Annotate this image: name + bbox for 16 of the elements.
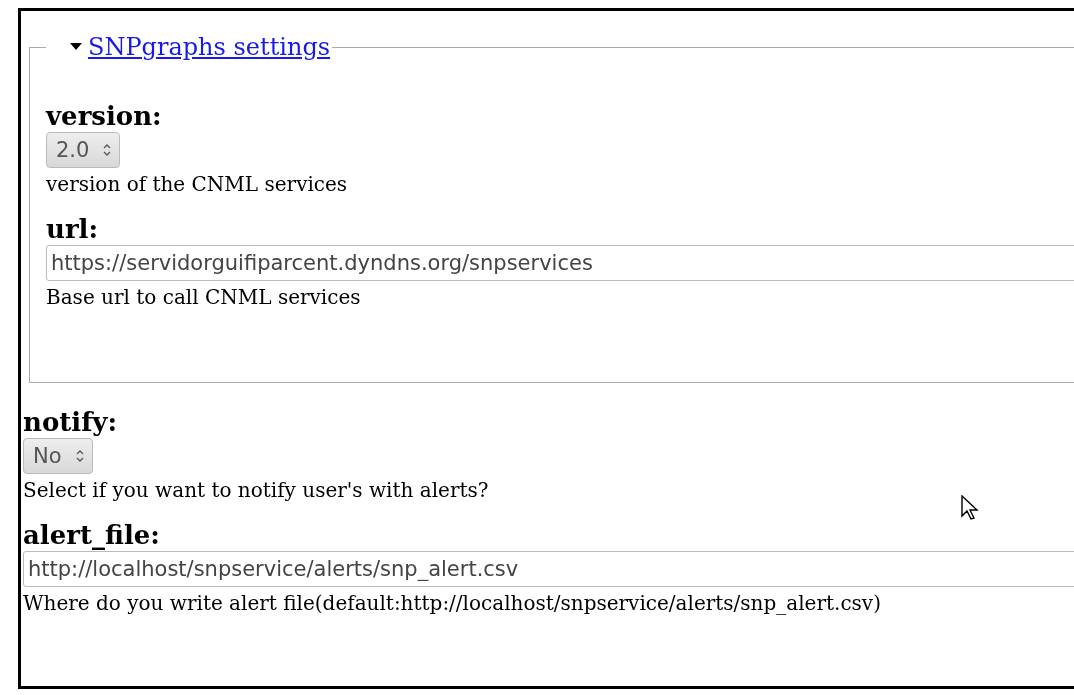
help-text: Where do you write alert file(default:http://localhost/snpservice/alerts/snp_alert.csv) xyxy=(23,590,882,617)
field-label: url: xyxy=(46,214,100,245)
field-label: version: xyxy=(46,101,163,132)
spinner-arrows-icon xyxy=(75,449,84,463)
text-field[interactable]: http://localhost/snpservice/alerts/snp_alert.csv xyxy=(23,551,1074,587)
text-field[interactable]: https://servidorguifiparcent.dyndns.org/snpservices xyxy=(46,245,1074,281)
help-text: version of the CNML services xyxy=(46,171,349,198)
dropdown[interactable]: 2.0 xyxy=(46,132,121,168)
mouse-pointer-icon xyxy=(961,495,979,521)
field-label: notify: xyxy=(23,407,119,438)
help-text: Base url to call CNML services xyxy=(46,284,362,311)
field-label: alert_file: xyxy=(23,520,161,551)
help-text: Select if you want to notify user's with alerts? xyxy=(23,477,490,504)
spinner-arrows-icon xyxy=(103,143,112,157)
group-title-link[interactable]: SNPgraphs settings xyxy=(88,33,331,61)
dropdown[interactable]: No xyxy=(23,438,93,474)
